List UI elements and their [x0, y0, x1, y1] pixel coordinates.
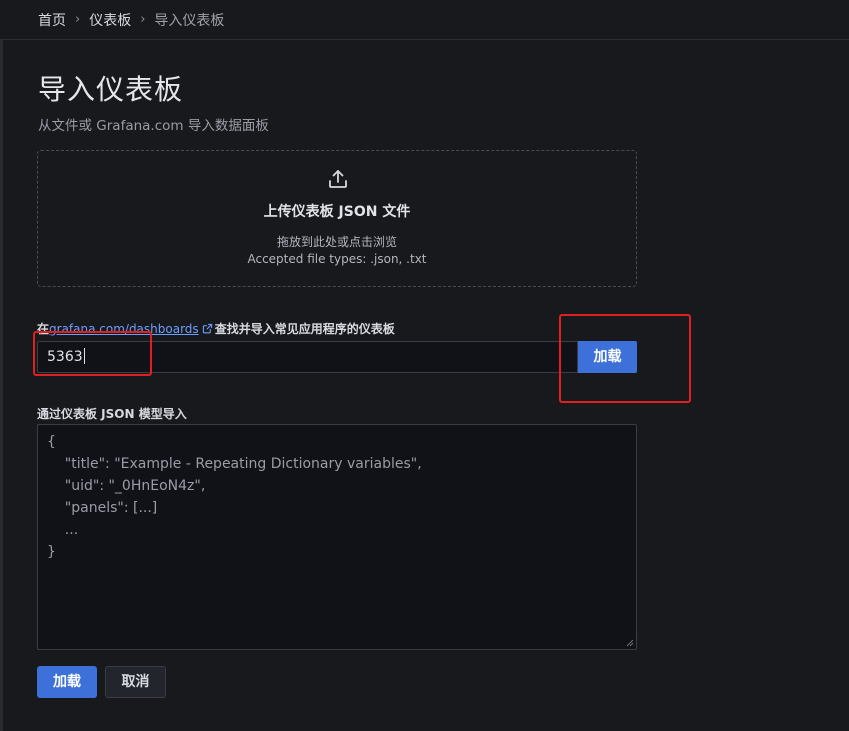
page-subtitle: 从文件或 Grafana.com 导入数据面板	[38, 118, 269, 134]
resize-handle-icon[interactable]	[626, 639, 634, 647]
upload-title: 上传仪表板 JSON 文件	[263, 204, 411, 220]
cancel-button[interactable]: 取消	[105, 666, 166, 698]
file-upload-dropzone[interactable]: 上传仪表板 JSON 文件 拖放到此处或点击浏览 Accepted file t…	[37, 150, 637, 287]
upload-file-types: Accepted file types: .json, .txt	[247, 252, 427, 266]
page-title: 导入仪表板	[38, 73, 184, 106]
breadcrumb: 首页 › 仪表板 › 导入仪表板	[0, 0, 849, 40]
chevron-right-icon: ›	[75, 12, 81, 27]
annotation-highlight-input	[33, 331, 152, 376]
annotation-highlight-load	[559, 314, 691, 403]
sidebar-edge	[0, 40, 3, 731]
breadcrumb-dashboards[interactable]: 仪表板	[89, 10, 131, 30]
json-model-textarea[interactable]: { "title": "Example - Repeating Dictiona…	[37, 424, 637, 650]
json-model-label: 通过仪表板 JSON 模型导入	[37, 407, 187, 421]
load-button[interactable]: 加载	[37, 666, 97, 698]
upload-hint: 拖放到此处或点击浏览	[276, 235, 397, 249]
external-link-icon[interactable]	[202, 323, 213, 334]
upload-icon	[329, 170, 347, 188]
breadcrumb-current: 导入仪表板	[154, 12, 225, 29]
grafana-com-label-suffix: 查找并导入常见应用程序的仪表板	[214, 322, 395, 336]
breadcrumb-home[interactable]: 首页	[38, 10, 66, 30]
chevron-right-icon: ›	[140, 12, 146, 27]
json-model-placeholder: { "title": "Example - Repeating Dictiona…	[47, 434, 422, 560]
